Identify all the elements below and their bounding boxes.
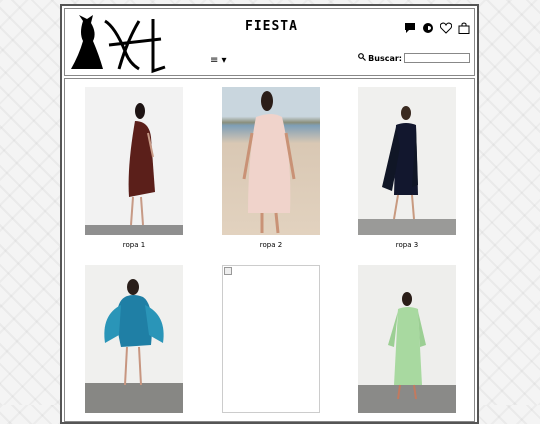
product-card[interactable]: ropa 1 bbox=[85, 87, 183, 249]
page-frame: FIESTA ≡ ▾ Buscar: ropa 1 ropa 2 ropa 3 bbox=[60, 4, 479, 424]
chat-alt-icon[interactable] bbox=[422, 19, 434, 33]
product-card[interactable]: ropa 3 bbox=[358, 87, 456, 249]
product-gallery: ropa 1 ropa 2 ropa 3 bbox=[64, 78, 475, 422]
product-label: ropa 1 bbox=[122, 241, 146, 249]
product-photo[interactable] bbox=[85, 87, 183, 235]
product-photo-broken[interactable] bbox=[222, 265, 320, 413]
menu-toggle[interactable]: ≡ ▾ bbox=[210, 55, 227, 66]
search-bar: Buscar: bbox=[358, 53, 470, 63]
broken-image-icon bbox=[224, 267, 232, 275]
product-card[interactable] bbox=[85, 265, 183, 413]
search-icon bbox=[358, 53, 367, 63]
chat-icon[interactable] bbox=[404, 19, 416, 33]
product-photo[interactable] bbox=[358, 87, 456, 235]
product-label: ropa 2 bbox=[259, 241, 283, 249]
header-icons bbox=[404, 19, 470, 34]
product-photo[interactable] bbox=[358, 265, 456, 413]
product-label: ropa 3 bbox=[395, 241, 419, 249]
product-card[interactable]: ropa 2 bbox=[222, 87, 320, 249]
page-title: FIESTA bbox=[245, 19, 298, 34]
product-photo[interactable] bbox=[85, 265, 183, 413]
shopping-bag-icon[interactable] bbox=[458, 19, 470, 34]
heart-icon[interactable] bbox=[439, 19, 453, 34]
logo[interactable] bbox=[69, 11, 167, 75]
search-input[interactable] bbox=[404, 53, 470, 63]
site-header: FIESTA ≡ ▾ Buscar: bbox=[64, 8, 475, 76]
product-photo[interactable] bbox=[222, 87, 320, 235]
product-card[interactable] bbox=[358, 265, 456, 413]
product-card[interactable] bbox=[222, 265, 320, 413]
search-label: Buscar: bbox=[368, 53, 402, 63]
